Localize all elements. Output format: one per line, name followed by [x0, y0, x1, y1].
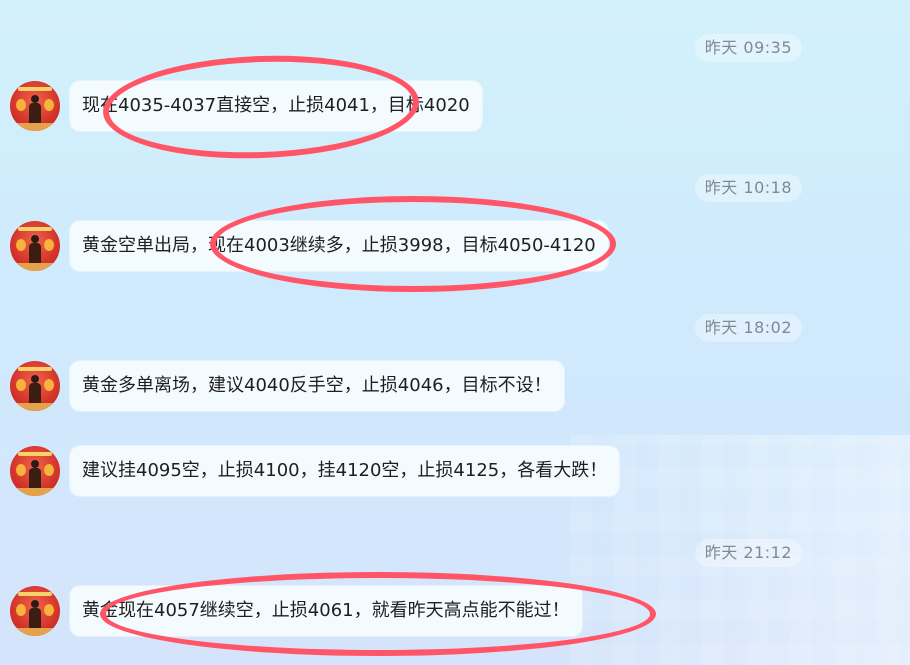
avatar[interactable]	[10, 446, 60, 496]
timestamp: 昨天 21:12	[694, 539, 802, 567]
timestamp: 昨天 18:02	[694, 314, 802, 342]
message-bubble[interactable]: 黄金空单出局，现在4003继续多，止损3998，目标4050-4120	[70, 221, 608, 271]
timestamp: 昨天 09:35	[694, 34, 802, 62]
avatar[interactable]	[10, 81, 60, 131]
message-bubble[interactable]: 黄金现在4057继续空，止损4061，就看昨天高点能不能过！	[70, 586, 582, 636]
message-bubble[interactable]: 建议挂4095空，止损4100，挂4120空，止损4125，各看大跌！	[70, 446, 620, 496]
message-bubble[interactable]: 现在4035-4037直接空，止损4041，目标4020	[70, 81, 482, 131]
message-bubble[interactable]: 黄金多单离场，建议4040反手空，止损4046，目标不设！	[70, 361, 564, 411]
timestamp: 昨天 10:18	[694, 174, 802, 202]
avatar[interactable]	[10, 586, 60, 636]
avatar[interactable]	[10, 221, 60, 271]
avatar[interactable]	[10, 361, 60, 411]
